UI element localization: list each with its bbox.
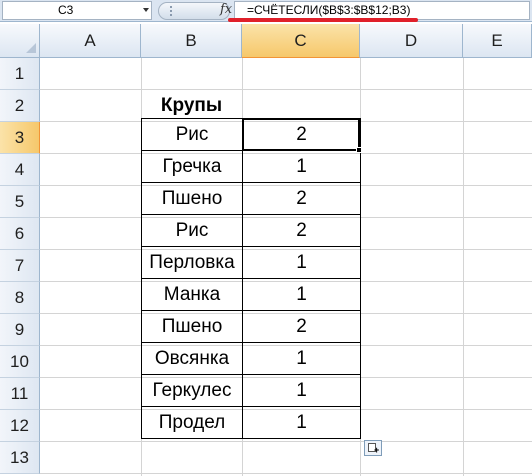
column-header-b[interactable]: B <box>141 24 242 58</box>
cell-b7[interactable]: Перловка <box>141 246 243 279</box>
autofill-options-button[interactable]: + <box>364 440 382 456</box>
cell-c11[interactable]: 1 <box>242 374 361 407</box>
cell-c7[interactable]: 1 <box>242 246 361 279</box>
row-header-4[interactable]: 4 <box>0 154 40 186</box>
cell-b12[interactable]: Продел <box>141 406 243 439</box>
column-header-e[interactable]: E <box>463 24 532 58</box>
cell-b6[interactable]: Рис <box>141 214 243 247</box>
active-cell-selection[interactable] <box>242 118 360 151</box>
row-header-9[interactable]: 9 <box>0 314 40 346</box>
row-header-10[interactable]: 10 <box>0 346 40 378</box>
cell-c10[interactable]: 1 <box>242 342 361 375</box>
gridline <box>40 441 532 442</box>
cell-c6[interactable]: 2 <box>242 214 361 247</box>
row-header-1[interactable]: 1 <box>0 58 40 90</box>
row-header-2[interactable]: 2 <box>0 90 40 122</box>
row-header-13[interactable]: 13 <box>0 442 40 474</box>
row-header-11[interactable]: 11 <box>0 378 40 410</box>
chevron-down-icon[interactable] <box>143 8 149 12</box>
formula-bar: C3 fx =СЧЁТЕСЛИ($B$3:$B$12;B3) <box>0 0 532 22</box>
row-header-8[interactable]: 8 <box>0 282 40 314</box>
row-header-3[interactable]: 3 <box>0 122 40 154</box>
cell-c8[interactable]: 1 <box>242 278 361 311</box>
fill-handle[interactable] <box>356 147 362 153</box>
cell-b8[interactable]: Манка <box>141 278 243 311</box>
row-header-7[interactable]: 7 <box>0 250 40 282</box>
column-header-a[interactable]: A <box>40 24 141 58</box>
cell-b3[interactable]: Рис <box>141 118 243 151</box>
plus-icon: + <box>374 445 380 455</box>
cell-b11[interactable]: Геркулес <box>141 374 243 407</box>
column-header-d[interactable]: D <box>360 24 463 58</box>
cell-b10[interactable]: Овсянка <box>141 342 243 375</box>
cell-c12[interactable]: 1 <box>242 406 361 439</box>
cell-b9[interactable]: Пшено <box>141 310 243 343</box>
cell-c5[interactable]: 2 <box>242 182 361 215</box>
cell-b5[interactable]: Пшено <box>141 182 243 215</box>
column-header-c[interactable]: C <box>242 24 360 58</box>
row-header-12[interactable]: 12 <box>0 410 40 442</box>
fx-icon[interactable]: fx <box>220 2 232 17</box>
name-box[interactable]: C3 <box>2 1 152 20</box>
select-all-icon <box>26 43 36 53</box>
formula-highlight-underline <box>228 18 418 22</box>
row-header-5[interactable]: 5 <box>0 186 40 218</box>
cell-c4[interactable]: 1 <box>242 150 361 183</box>
drag-handle-icon[interactable] <box>168 6 174 16</box>
gridline <box>40 89 532 90</box>
row-header-6[interactable]: 6 <box>0 218 40 250</box>
gridline <box>40 473 532 474</box>
cell-c9[interactable]: 2 <box>242 310 361 343</box>
cell-b4[interactable]: Гречка <box>141 150 243 183</box>
